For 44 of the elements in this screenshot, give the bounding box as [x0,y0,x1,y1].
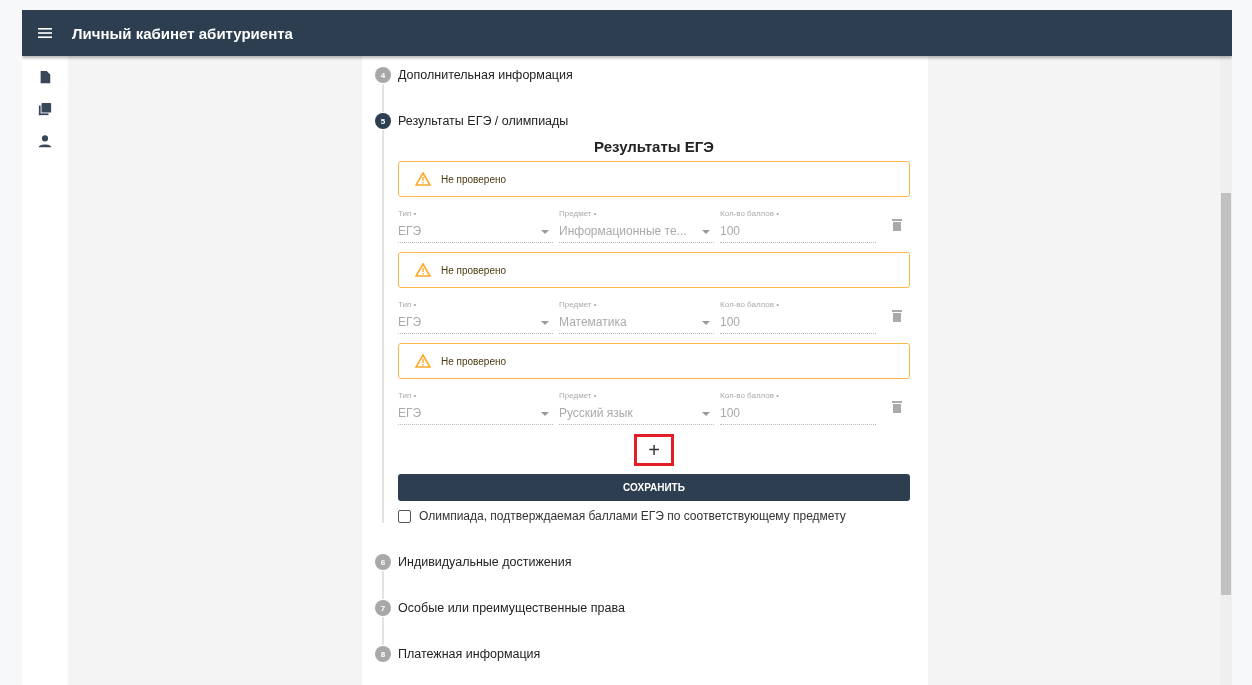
type-select[interactable]: Тип • ЕГЭ [398,296,553,334]
step-number: 5 [375,113,391,129]
step-number: 7 [375,600,391,616]
caret-icon[interactable] [541,230,549,234]
step-title[interactable]: Результаты ЕГЭ / олимпиады [398,114,569,128]
trash-icon[interactable] [891,217,902,231]
step-title[interactable]: Особые или преимущественные права [398,601,625,615]
subject-select[interactable]: Предмет • Русский язык [559,387,714,425]
step-number: 6 [375,554,391,570]
document-icon[interactable] [38,70,52,84]
trash-icon[interactable] [891,308,902,322]
caret-icon[interactable] [702,412,710,416]
type-select[interactable]: Тип • ЕГЭ [398,205,553,243]
checkbox[interactable] [398,509,411,523]
step-number: 4 [375,67,391,83]
scrollbar[interactable] [1220,56,1232,685]
warning-icon [415,263,431,277]
step-title[interactable]: Дополнительная информация [398,68,573,82]
score-field[interactable]: Кол-во баллов • 100 [720,205,876,243]
score-field[interactable]: Кол-во баллов • 100 [720,296,876,334]
caret-icon[interactable] [702,230,710,234]
checkbox-label[interactable]: Олимпиада, подтверждаемая баллами ЕГЭ по соответствующему предмету [419,509,846,523]
section-title: Результаты ЕГЭ [593,138,715,155]
subject-select[interactable]: Предмет • Математика [559,296,714,334]
caret-icon[interactable] [702,321,710,325]
warning-icon [415,354,431,368]
caret-icon[interactable] [541,412,549,416]
step-title[interactable]: Платежная информация [398,647,541,661]
add-button[interactable]: + [634,434,674,466]
subject-select[interactable]: Предмет • Информационные те... [559,205,714,243]
menu-icon[interactable] [38,28,52,38]
caret-icon[interactable] [541,321,549,325]
status-text: Не проверено [441,173,507,185]
person-icon[interactable] [38,134,52,148]
app-title: Личный кабинет абитуриента [72,24,293,42]
step-title[interactable]: Индивидуальные достижения [398,555,572,569]
status-text: Не проверено [441,264,507,276]
score-field[interactable]: Кол-во баллов • 100 [720,387,876,425]
trash-icon[interactable] [891,399,902,413]
save-button[interactable]: СОХРАНИТЬ [398,474,910,501]
status-text: Не проверено [441,355,507,367]
type-select[interactable]: Тип • ЕГЭ [398,387,553,425]
warning-icon [415,172,431,186]
step-number: 8 [375,646,391,662]
